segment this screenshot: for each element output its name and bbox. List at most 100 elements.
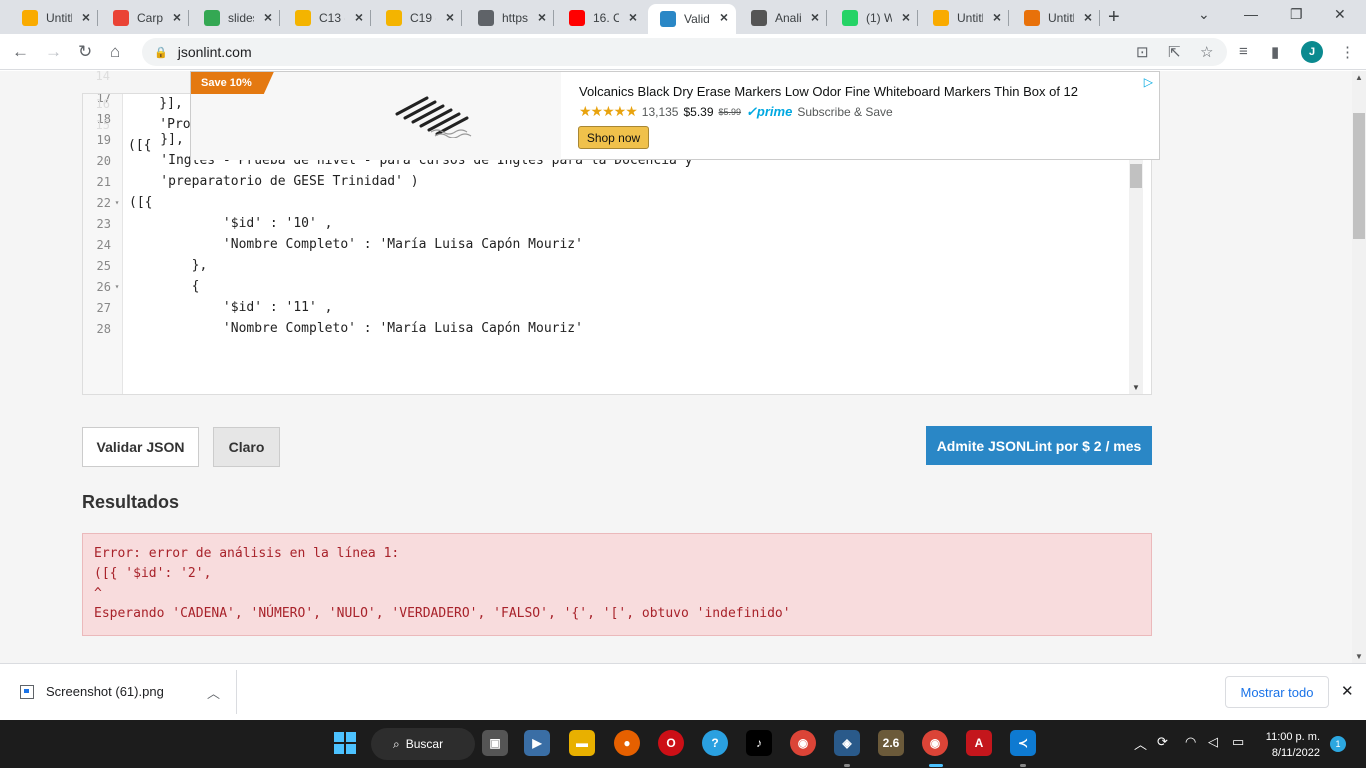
- close-tab-icon[interactable]: ×: [1084, 9, 1092, 25]
- tab-search-chevron-icon[interactable]: ⌄: [1198, 6, 1210, 23]
- start-menu-icon[interactable]: [332, 730, 358, 756]
- code-line: 21 'preparatorio de GESE Trinidad' ): [83, 171, 419, 192]
- download-item[interactable]: Screenshot (61).png: [20, 684, 164, 699]
- task-view-icon[interactable]: ▣: [482, 730, 508, 756]
- side-panel-icon[interactable]: ▮: [1271, 43, 1279, 61]
- close-tab-icon[interactable]: ×: [355, 9, 363, 25]
- close-tab-icon[interactable]: ×: [629, 9, 637, 25]
- browser-tab[interactable]: C19 - ×: [374, 4, 462, 32]
- close-tab-icon[interactable]: ×: [993, 9, 1001, 25]
- home-icon[interactable]: ⌂: [110, 42, 120, 62]
- ad-title[interactable]: Volcanics Black Dry Erase Markers Low Od…: [579, 84, 1078, 99]
- clock[interactable]: 11:00 p. m. 8/11/2022: [1262, 729, 1320, 761]
- tab-divider: [97, 10, 98, 26]
- battery-icon[interactable]: ▭: [1232, 734, 1244, 750]
- shop-now-button[interactable]: Shop now: [578, 126, 649, 149]
- taskbar-search[interactable]: ⌕ Buscar: [371, 728, 475, 760]
- virtualbox-icon[interactable]: ◈: [834, 730, 860, 756]
- profile-avatar[interactable]: J: [1301, 41, 1323, 63]
- editor-scroll-down-icon[interactable]: ▼: [1132, 383, 1140, 392]
- volume-icon[interactable]: ◁: [1208, 734, 1218, 750]
- close-tab-icon[interactable]: ×: [902, 9, 910, 25]
- browser-tab[interactable]: Untitl ×: [10, 4, 98, 32]
- adchoices-icon[interactable]: ▷: [1144, 75, 1153, 89]
- close-tab-icon[interactable]: ×: [82, 9, 90, 25]
- lock-icon[interactable]: 🔒: [154, 46, 168, 59]
- wifi-icon[interactable]: ◠: [1185, 734, 1196, 750]
- globe-icon: [478, 10, 494, 26]
- file-explorer-icon[interactable]: ▬: [569, 730, 595, 756]
- vscode-icon[interactable]: ≺: [1010, 730, 1036, 756]
- code-line: 27 '$id' : '11' ,: [83, 297, 333, 318]
- chevron-up-icon[interactable]: ︿: [1134, 734, 1147, 753]
- fold-arrow-icon[interactable]: ▾: [111, 198, 123, 207]
- browser-tab[interactable]: https ×: [466, 4, 554, 32]
- browser-tab[interactable]: Valid ×: [648, 4, 736, 34]
- scroll-up-icon[interactable]: ▲: [1355, 73, 1363, 82]
- page-scroll-thumb[interactable]: [1353, 113, 1365, 239]
- menu-kebab-icon[interactable]: ⋮: [1340, 43, 1355, 61]
- close-tab-icon[interactable]: ×: [173, 9, 181, 25]
- line-number: 26: [96, 279, 111, 294]
- browser-tab[interactable]: Untitl ×: [1012, 4, 1100, 32]
- help-icon[interactable]: ?: [702, 730, 728, 756]
- code-text: ([{: [129, 195, 153, 210]
- browser-tab[interactable]: 16. C ×: [557, 4, 645, 32]
- code-text: },: [129, 258, 208, 273]
- minimize-icon[interactable]: —: [1244, 6, 1258, 22]
- close-icon[interactable]: ✕: [1341, 682, 1354, 700]
- bookmark-star-icon[interactable]: ☆: [1200, 43, 1213, 61]
- notification-badge[interactable]: 1: [1330, 736, 1346, 752]
- clear-button[interactable]: Claro: [213, 427, 280, 467]
- json-check-icon: [751, 10, 767, 26]
- translate-icon[interactable]: ⊡: [1136, 43, 1149, 61]
- share-icon[interactable]: ⇱: [1168, 43, 1181, 61]
- ad-banner[interactable]: Save 10% Volcanics Black Dry Erase Marke…: [190, 71, 1160, 160]
- editor-scroll-thumb[interactable]: [1130, 164, 1142, 188]
- tiktok-icon[interactable]: ♪: [746, 730, 772, 756]
- close-tab-icon[interactable]: ×: [446, 9, 454, 25]
- network-sync-icon[interactable]: ⟳: [1157, 734, 1168, 750]
- close-tab-icon[interactable]: ×: [538, 9, 546, 25]
- url-bar[interactable]: 🔒 jsonlint.com: [142, 38, 1227, 66]
- reading-list-icon[interactable]: ≡: [1239, 43, 1248, 60]
- restore-icon[interactable]: ❐: [1290, 6, 1303, 23]
- browser-tab[interactable]: Anali ×: [739, 4, 827, 32]
- tab-title: https: [502, 11, 528, 25]
- opera-icon[interactable]: O: [658, 730, 684, 756]
- slides-icon: [386, 10, 402, 26]
- validate-json-button[interactable]: Validar JSON: [82, 427, 199, 467]
- chrome-icon[interactable]: ◉: [790, 730, 816, 756]
- gmail-icon: [113, 10, 129, 26]
- code-line: 24 'Nombre Completo' : 'María Luisa Capó…: [83, 234, 583, 255]
- close-window-icon[interactable]: ✕: [1334, 6, 1346, 23]
- media-player-icon[interactable]: ▶: [524, 730, 550, 756]
- support-jsonlint-button[interactable]: Admite JSONLint por $ 2 / mes: [926, 426, 1152, 465]
- app-version-icon[interactable]: 2.6: [878, 730, 904, 756]
- chevron-up-icon[interactable]: ︿: [207, 683, 220, 702]
- page-scrollbar[interactable]: ▲ ▼: [1352, 71, 1366, 663]
- firefox-icon[interactable]: ●: [614, 730, 640, 756]
- new-tab-button[interactable]: +: [1108, 6, 1120, 29]
- code-text: ([{: [128, 138, 152, 153]
- browser-tab[interactable]: (1) W ×: [830, 4, 918, 32]
- browser-tab[interactable]: slides ×: [192, 4, 280, 32]
- close-tab-icon[interactable]: ×: [720, 9, 728, 25]
- browser-tab[interactable]: Carpe ×: [101, 4, 189, 32]
- show-all-button[interactable]: Mostrar todo: [1225, 676, 1329, 708]
- back-arrow-icon[interactable]: ←: [12, 42, 29, 62]
- tab-title: Untitl: [957, 11, 983, 25]
- line-number: 27: [96, 300, 111, 315]
- acrobat-icon[interactable]: A: [966, 730, 992, 756]
- code-line: 22 ▾ ([{: [83, 192, 153, 213]
- browser-tab[interactable]: C13 - ×: [283, 4, 371, 32]
- close-tab-icon[interactable]: ×: [264, 9, 272, 25]
- fold-arrow-icon[interactable]: ▾: [111, 282, 123, 291]
- browser-tab[interactable]: Untitl ×: [921, 4, 1009, 32]
- reload-icon[interactable]: ↻: [78, 42, 92, 62]
- close-tab-icon[interactable]: ×: [811, 9, 819, 25]
- chrome-profile-icon[interactable]: ◉: [922, 730, 948, 756]
- tab-divider: [826, 10, 827, 26]
- forward-arrow-icon[interactable]: →: [45, 42, 62, 62]
- scroll-down-icon[interactable]: ▼: [1355, 652, 1363, 661]
